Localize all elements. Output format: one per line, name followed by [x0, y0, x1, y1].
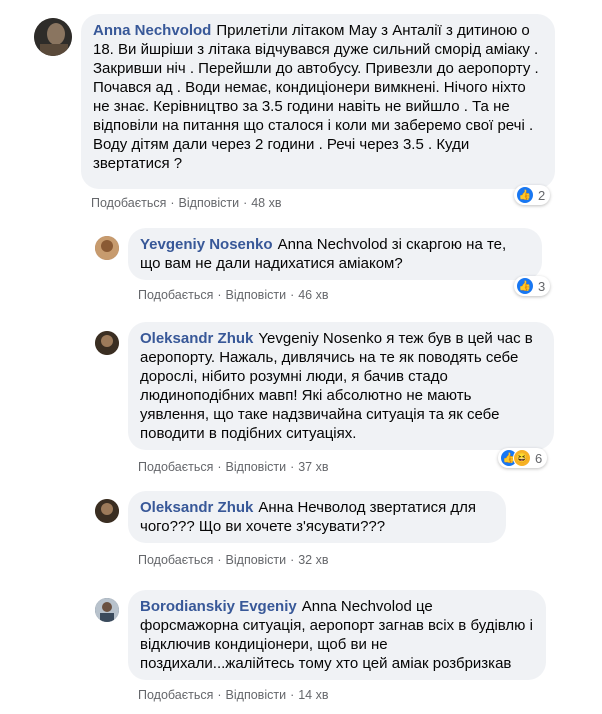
comment-actions: Подобається · Відповісти · 32 хв [138, 553, 329, 567]
comment-time[interactable]: 37 хв [298, 460, 328, 474]
comment-text: Прилетіли літаком Мау з Анталії з дитино… [93, 22, 539, 172]
comment-actions: Подобається · Відповісти · 46 хв [138, 288, 329, 302]
comment-actions: Подобається · Відповісти · 37 хв [138, 460, 329, 474]
avatar[interactable] [95, 598, 119, 622]
comment-author[interactable]: Borodianskiy Evgeniy [140, 598, 297, 615]
like-button[interactable]: Подобається [138, 688, 213, 702]
comment-author[interactable]: Yevgeniy Nosenko [140, 236, 273, 253]
like-icon: 👍 [516, 277, 534, 295]
profile-photo-icon [95, 499, 119, 523]
avatar[interactable] [34, 18, 72, 56]
profile-photo-icon [95, 598, 119, 622]
reply-button[interactable]: Відповісти [179, 196, 240, 210]
reply-button[interactable]: Відповісти [226, 688, 287, 702]
reply-button[interactable]: Відповісти [226, 288, 287, 302]
reply-button[interactable]: Відповісти [226, 460, 287, 474]
profile-photo-icon [95, 331, 119, 355]
comment-actions: Подобається · Відповісти · 48 хв [91, 196, 282, 210]
like-button[interactable]: Подобається [138, 288, 213, 302]
profile-photo-icon [95, 236, 119, 260]
comment-bubble: Oleksandr Zhuk Yevgeniy Nosenko я теж був… [128, 322, 554, 450]
reaction-count[interactable]: 👍 3 [514, 276, 551, 296]
profile-photo-icon [34, 18, 72, 56]
like-button[interactable]: Подобається [138, 553, 213, 567]
like-icon: 👍 [516, 186, 534, 204]
comment-1: Anna Nechvolod Прилетіли літаком Мау з Ан… [0, 0, 602, 220]
comment-bubble: Yevgeniy Nosenko Anna Nechvolod зі скарго… [128, 228, 542, 280]
reaction-count[interactable]: 👍 😆 6 [498, 448, 548, 468]
comment-time[interactable]: 32 хв [298, 553, 328, 567]
haha-icon: 😆 [513, 449, 531, 467]
like-button[interactable]: Подобається [138, 460, 213, 474]
avatar[interactable] [95, 499, 119, 523]
comment-author[interactable]: Oleksandr Zhuk [140, 330, 253, 347]
comment-author[interactable]: Anna Nechvolod [93, 22, 211, 39]
like-button[interactable]: Подобається [91, 196, 166, 210]
reply-button[interactable]: Відповісти [226, 553, 287, 567]
comment-actions: Подобається · Відповісти · 14 хв [138, 688, 329, 702]
comment-time[interactable]: 46 хв [298, 288, 328, 302]
comment-time[interactable]: 14 хв [298, 688, 328, 702]
comment-author[interactable]: Oleksandr Zhuk [140, 499, 253, 516]
reaction-count[interactable]: 👍 2 [514, 185, 551, 205]
comment-time[interactable]: 48 хв [251, 196, 281, 210]
comment-bubble: Borodianskiy Evgeniy Anna Nechvolod це фо… [128, 590, 546, 680]
comment-bubble: Oleksandr Zhuk Анна Нечволод звертатися д… [128, 491, 506, 543]
avatar[interactable] [95, 236, 119, 260]
avatar[interactable] [95, 331, 119, 355]
comment-bubble: Anna Nechvolod Прилетіли літаком Мау з Ан… [81, 14, 555, 189]
